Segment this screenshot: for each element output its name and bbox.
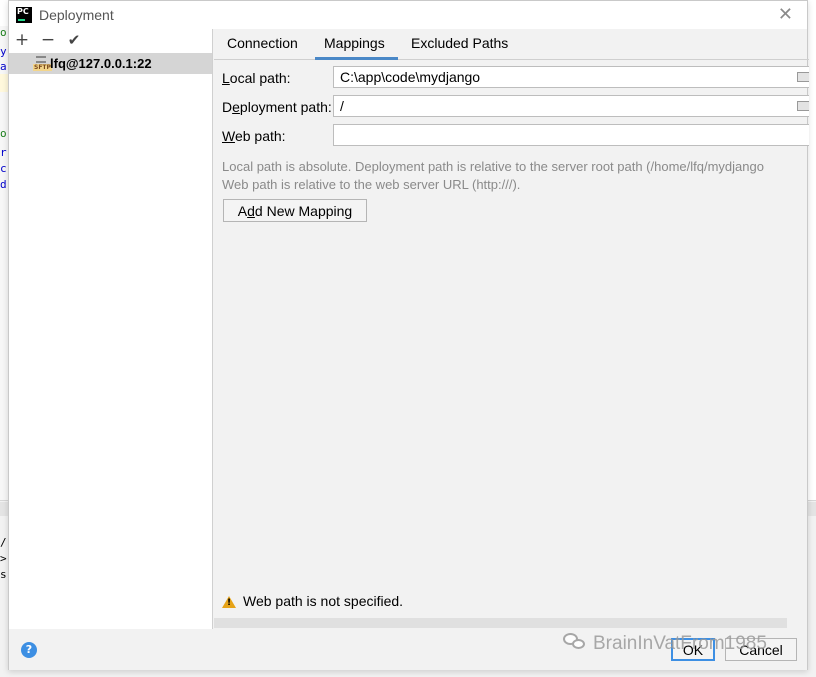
background-highlight-line	[0, 74, 8, 92]
tab-connection[interactable]: Connection	[227, 35, 298, 51]
tab-mappings[interactable]: Mappings	[324, 35, 385, 51]
watermark: BrainInVatFrom1985	[563, 633, 767, 655]
background-code-char: r	[0, 146, 7, 159]
background-code-char: d	[0, 178, 7, 191]
wechat-icon	[563, 633, 587, 651]
sftp-icon: SFTP	[33, 56, 52, 71]
background-terminal-char: s	[0, 568, 7, 581]
tab-excluded-paths[interactable]: Excluded Paths	[411, 35, 508, 51]
background-terminal-char: >	[0, 552, 7, 565]
server-list-item[interactable]: SFTP lfq@127.0.0.1:22	[9, 53, 212, 74]
help-icon[interactable]: ?	[21, 642, 37, 658]
dialog-title: Deployment	[39, 7, 114, 23]
settings-panel: Connection Mappings Excluded Paths Local…	[214, 29, 809, 629]
local-path-input[interactable]	[333, 66, 809, 88]
deployment-path-label: Deployment path:	[222, 99, 332, 115]
warning-text: Web path is not specified.	[243, 593, 404, 609]
active-tab-indicator	[315, 57, 398, 60]
background-editor-strip	[0, 26, 8, 506]
server-name: lfq@127.0.0.1:22	[50, 56, 152, 71]
remove-server-icon[interactable]: −	[39, 30, 57, 50]
background-code-char: o	[0, 127, 7, 140]
server-list-panel: + − ✔ SFTP lfq@127.0.0.1:22	[9, 29, 213, 629]
server-toolbar: + − ✔	[9, 29, 212, 53]
background-code-char: a	[0, 60, 7, 73]
pycharm-icon: PC	[16, 7, 32, 23]
deployment-dialog: PC Deployment ✕ + − ✔ SFTP lfq@127.0.0.1…	[8, 0, 809, 670]
background-code-char: c	[0, 162, 7, 175]
tab-bar: Connection Mappings Excluded Paths	[214, 29, 809, 60]
title-bar[interactable]: PC Deployment ✕	[9, 1, 807, 29]
close-icon[interactable]: ✕	[778, 4, 793, 25]
browse-folder-icon[interactable]	[797, 72, 809, 82]
add-new-mapping-button[interactable]: Add New Mapping	[223, 199, 367, 222]
background-code-char: o	[0, 26, 7, 39]
web-path-label: Web path:	[222, 128, 286, 144]
watermark-text: BrainInVatFrom1985	[593, 633, 767, 654]
browse-folder-icon[interactable]	[797, 101, 809, 111]
background-terminal-char: /	[0, 536, 7, 549]
web-path-input[interactable]	[333, 124, 809, 146]
deployment-path-input[interactable]	[333, 95, 809, 117]
background-code-char: y	[0, 45, 7, 58]
local-path-label: Local path:	[222, 70, 291, 86]
check-icon[interactable]: ✔	[65, 30, 83, 50]
horizontal-scrollbar[interactable]	[214, 618, 787, 628]
warning-icon: !	[222, 596, 236, 608]
add-server-icon[interactable]: +	[13, 30, 31, 50]
hint-text-line1: Local path is absolute. Deployment path …	[222, 159, 764, 174]
hint-text-line2: Web path is relative to the web server U…	[222, 177, 521, 192]
